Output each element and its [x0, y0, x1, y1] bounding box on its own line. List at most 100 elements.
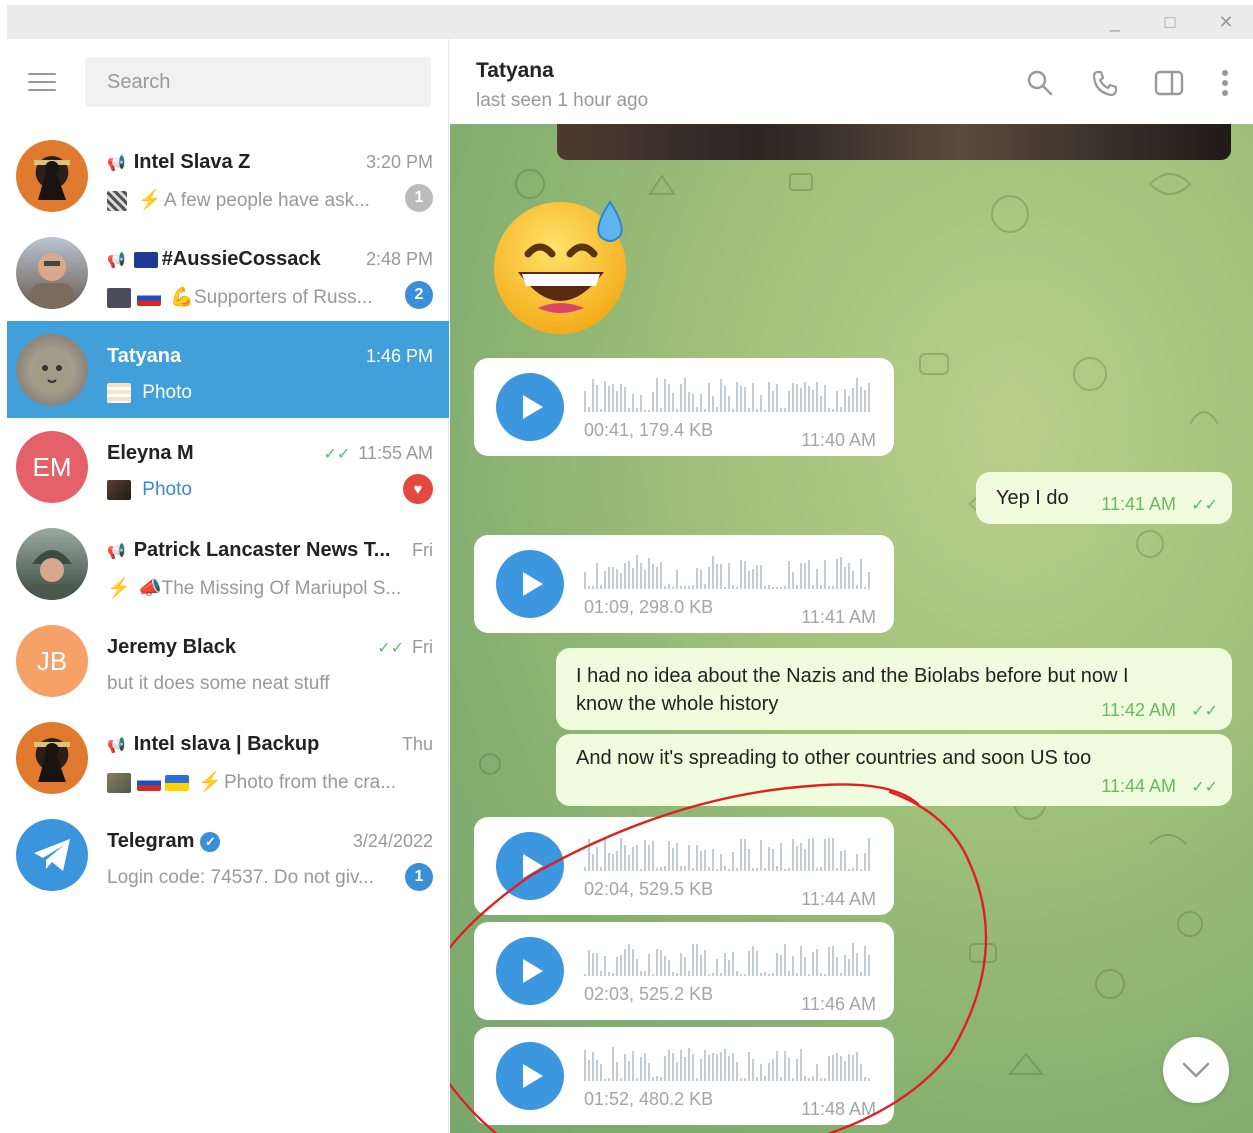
waveform-bar — [744, 839, 746, 871]
telegram-window: _ □ ✕ 📢Intel Slava Z 3:20 PM ⚡A few peop… — [7, 5, 1253, 1133]
waveform-bar — [632, 847, 634, 871]
waveform-bar — [612, 384, 614, 412]
waveform-bar — [764, 1076, 766, 1081]
peer-name[interactable]: Tatyana — [476, 59, 554, 83]
waveform-bar — [776, 1051, 778, 1081]
waveform[interactable] — [584, 553, 874, 589]
megaphone-emoji-icon: 📣 — [137, 578, 162, 599]
outgoing-message[interactable]: I had no idea about the Nazis and the Bi… — [556, 648, 1232, 730]
sidebar-toggle-icon[interactable] — [1151, 65, 1187, 101]
play-button[interactable] — [496, 1042, 564, 1110]
phone-icon[interactable] — [1087, 65, 1123, 101]
waveform-bar — [764, 586, 766, 589]
waveform-bar — [800, 946, 802, 976]
chat-item-intel-slava-z[interactable]: 📢 Intel Slava Z 3:20 PM ⚡ A few people hav… — [7, 127, 449, 224]
waveform-bar — [816, 868, 818, 871]
outgoing-message[interactable]: And now it's spreading to other countrie… — [556, 734, 1232, 806]
waveform-bar — [648, 845, 650, 871]
minimize-button[interactable]: _ — [1092, 5, 1138, 39]
chat-item-telegram[interactable]: Telegram ✓ 3/24/2022 Login code: 74537. D… — [7, 806, 449, 903]
chat-item-patrick-lancaster[interactable]: 📢 Patrick Lancaster News T... Fri ⚡ 📣The … — [7, 515, 449, 612]
message-area[interactable]: 00:41, 179.4 KB 11:40 AM Yep I do 11:41 … — [450, 124, 1253, 1133]
outgoing-message[interactable]: Yep I do 11:41 AM ✓✓ — [976, 472, 1232, 524]
waveform-bar — [660, 950, 662, 976]
waveform-bar — [796, 1059, 798, 1081]
waveform-bar — [748, 849, 750, 871]
waveform-bar — [584, 572, 586, 589]
sweat-smile-sticker[interactable] — [490, 192, 635, 337]
waveform-bar — [624, 1054, 626, 1081]
waveform-bar — [840, 973, 842, 976]
chat-name: Eleyna M — [107, 442, 194, 464]
message-time: 11:40 AM — [801, 430, 876, 450]
waveform-bar — [844, 955, 846, 976]
chat-time: Fri — [412, 637, 433, 657]
waveform-bar — [836, 1053, 838, 1081]
waveform-bar — [772, 973, 774, 976]
waveform-bar — [676, 843, 678, 871]
waveform-bar — [860, 1064, 862, 1081]
photo-thumbnail-icon — [107, 772, 131, 793]
waveform-bar — [652, 392, 654, 412]
chat-item-jeremy-black[interactable]: JB Jeremy Black ✓✓ Fri but it does some n… — [7, 612, 449, 709]
waveform-bar — [840, 851, 842, 871]
waveform-bar — [756, 565, 758, 589]
waveform-bar — [772, 1059, 774, 1081]
close-button[interactable]: ✕ — [1203, 5, 1249, 39]
waveform-bar — [788, 391, 790, 412]
chat-header: Tatyana last seen 1 hour ago — [450, 39, 1253, 124]
waveform-bar — [724, 587, 726, 589]
chat-item-aussiecossack[interactable]: 📢 #AussieCossack 2:48 PM 💪Supporters of R… — [7, 224, 449, 321]
waveform-bar — [804, 849, 806, 871]
waveform-bar — [692, 944, 694, 976]
waveform[interactable] — [584, 835, 874, 871]
read-checks-icon: ✓✓ — [377, 640, 404, 657]
waveform-bar — [728, 563, 730, 589]
waveform-bar — [756, 1077, 758, 1081]
scroll-down-button[interactable] — [1163, 1037, 1229, 1103]
photo-message[interactable] — [557, 124, 1231, 160]
waveform-bar — [712, 1053, 714, 1081]
play-button[interactable] — [496, 937, 564, 1005]
waveform-bar — [836, 559, 838, 589]
video-thumbnail-icon — [107, 287, 131, 308]
waveform-bar — [664, 1056, 666, 1081]
lightning-icon: ⚡ — [138, 190, 162, 211]
ukraine-flag-icon — [165, 774, 189, 791]
waveform[interactable] — [584, 1045, 874, 1081]
search-input[interactable] — [85, 57, 431, 107]
play-button[interactable] — [496, 550, 564, 618]
menu-icon[interactable] — [28, 73, 56, 93]
waveform-bar — [632, 949, 634, 976]
chat-item-intel-slava-backup[interactable]: 📢 Intel slava | Backup Thu ⚡ Photo from th… — [7, 709, 449, 806]
waveform-bar — [776, 866, 778, 871]
play-button[interactable] — [496, 832, 564, 900]
waveform[interactable] — [584, 376, 874, 412]
search-icon[interactable] — [1022, 65, 1058, 101]
waveform-bar — [652, 974, 654, 976]
chat-item-eleyna-m[interactable]: EM Eleyna M ✓✓ 11:55 AM Photo ♥ — [7, 418, 449, 515]
waveform-bar — [660, 562, 662, 589]
waveform-bar — [676, 570, 678, 589]
avatar: JB — [16, 625, 88, 697]
unread-badge: 2 — [405, 281, 433, 309]
waveform-bar — [864, 853, 866, 871]
waveform-bar — [592, 854, 594, 871]
waveform-bar — [592, 953, 594, 976]
waveform-bar — [724, 953, 726, 976]
waveform-bar — [640, 869, 642, 871]
maximize-button[interactable]: □ — [1147, 5, 1193, 39]
chat-preview: Login code: 74537. Do not giv... — [107, 867, 374, 888]
waveform-bar — [788, 1058, 790, 1081]
waveform[interactable] — [584, 940, 874, 976]
telegram-logo-icon — [34, 839, 70, 871]
waveform-bar — [648, 1063, 650, 1081]
waveform-bar — [844, 1061, 846, 1081]
play-button[interactable] — [496, 373, 564, 441]
waveform-bar — [628, 1061, 630, 1081]
more-icon[interactable] — [1207, 65, 1243, 101]
waveform-bar — [784, 1051, 786, 1081]
chat-item-tatyana[interactable]: Tatyana 1:46 PM Photo — [7, 321, 449, 418]
message-time: 11:41 AM — [801, 607, 876, 627]
waveform-bar — [828, 947, 830, 976]
